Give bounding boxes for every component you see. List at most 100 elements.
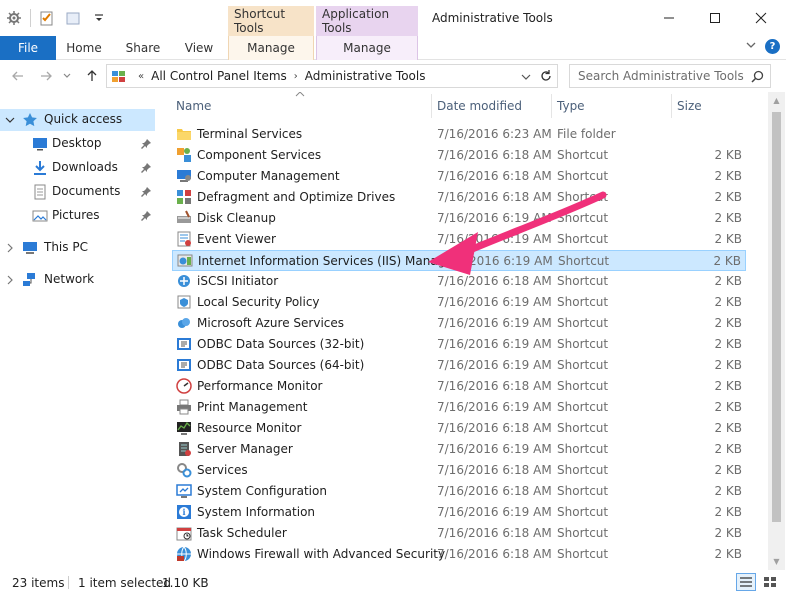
file-row[interactable]: Component Services 7/16/2016 6:18 AM Short… (172, 145, 746, 166)
breadcrumb-control-panel[interactable]: All Control Panel Items (151, 69, 287, 83)
file-size: 2 KB (714, 169, 742, 183)
refresh-icon[interactable] (539, 69, 553, 86)
details-view-button[interactable] (736, 573, 756, 591)
file-row[interactable]: Disk Cleanup 7/16/2016 6:19 AM Shortcut 2 K… (172, 208, 746, 229)
toolbar-divider (30, 9, 31, 27)
breadcrumb-chevron-icon[interactable]: › (294, 71, 298, 82)
file-row[interactable]: i System Information 7/16/2016 6:19 AM Shor… (172, 502, 746, 523)
file-row[interactable]: Microsoft Azure Services 7/16/2016 6:19 A… (172, 313, 746, 334)
file-name: Component Services (197, 148, 322, 162)
file-size: 2 KB (714, 547, 742, 561)
file-row[interactable]: Server Manager 7/16/2016 6:19 AM Shortcut 2… (172, 439, 746, 460)
file-row[interactable]: Services 7/16/2016 6:18 AM Shortcut 2 KB (172, 460, 746, 481)
search-box[interactable] (569, 64, 771, 88)
pin-icon[interactable] (140, 162, 152, 174)
file-row[interactable]: Defragment and Optimize Drives 7/16/2016 … (172, 187, 746, 208)
performance-monitor-icon (176, 378, 192, 394)
minimize-button[interactable] (646, 4, 692, 32)
pin-icon[interactable] (140, 210, 152, 222)
scroll-down-icon[interactable]: ▼ (768, 553, 785, 570)
chevron-down-icon[interactable] (4, 114, 16, 126)
file-row[interactable]: Print Management 7/16/2016 6:19 AM Shortcu… (172, 397, 746, 418)
nav-network[interactable]: Network (0, 269, 155, 291)
new-folder-icon[interactable] (63, 8, 83, 28)
nav-label: Documents (52, 184, 121, 198)
iis-manager-icon (177, 253, 193, 269)
navigation-pane: Quick access Desktop Downloads Documents… (0, 92, 160, 570)
file-size: 2 KB (714, 421, 742, 435)
file-type: Shortcut (557, 421, 609, 435)
column-header-date[interactable]: Date modified (437, 92, 522, 120)
column-divider[interactable] (431, 94, 432, 118)
address-dropdown-icon[interactable] (521, 71, 531, 85)
search-icon[interactable] (751, 70, 764, 86)
file-row[interactable]: Task Scheduler 7/16/2016 6:18 AM Shortcut 2… (172, 523, 746, 544)
tab-share[interactable]: Share (118, 36, 168, 60)
network-icon (22, 272, 38, 288)
nav-quick-access[interactable]: Quick access (0, 109, 155, 131)
tab-home[interactable]: Home (60, 36, 108, 60)
file-row[interactable]: ODBC Data Sources (32-bit) 7/16/2016 6:19… (172, 334, 746, 355)
maximize-button[interactable] (692, 4, 738, 32)
file-name: System Configuration (197, 484, 327, 498)
column-header-name[interactable]: Name (176, 92, 211, 120)
file-row[interactable]: System Configuration 7/16/2016 6:18 AM Sho… (172, 481, 746, 502)
vertical-scrollbar[interactable]: ▲ ▼ (768, 92, 785, 570)
tab-manage-shortcut[interactable]: Manage (228, 36, 314, 60)
file-row[interactable]: Performance Monitor 7/16/2016 6:18 AM Shor… (172, 376, 746, 397)
column-header-type[interactable]: Type (557, 92, 585, 120)
file-type: Shortcut (558, 254, 610, 268)
customize-toolbar-icon[interactable] (89, 8, 109, 28)
nav-downloads[interactable]: Downloads (0, 157, 155, 179)
address-bar[interactable]: « All Control Panel Items › Administrati… (106, 64, 558, 88)
file-row[interactable]: Event Viewer 7/16/2016 6:19 AM Shortcut 2 K… (172, 229, 746, 250)
file-size: 2 KB (714, 358, 742, 372)
tab-manage-application[interactable]: Manage (316, 36, 418, 60)
chevron-right-icon[interactable] (4, 242, 16, 254)
file-row[interactable]: Computer Management 7/16/2016 6:18 AM Shor… (172, 166, 746, 187)
system-menu-icon[interactable] (4, 8, 24, 28)
nav-pictures[interactable]: Pictures (0, 205, 155, 227)
file-row[interactable]: Local Security Policy 7/16/2016 6:19 AM Sh… (172, 292, 746, 313)
file-row[interactable]: ODBC Data Sources (64-bit) 7/16/2016 6:19… (172, 355, 746, 376)
large-icons-view-button[interactable] (760, 573, 780, 591)
tab-view[interactable]: View (176, 36, 222, 60)
close-button[interactable] (738, 4, 784, 32)
chevron-right-icon[interactable] (4, 274, 16, 286)
column-divider[interactable] (671, 94, 672, 118)
security-policy-icon (176, 294, 192, 310)
file-date-modified: 7/16/2016 6:19 AM (437, 337, 552, 351)
nav-this-pc[interactable]: This PC (0, 237, 155, 259)
back-button[interactable] (8, 66, 28, 86)
nav-desktop[interactable]: Desktop (0, 133, 155, 155)
star-icon (22, 112, 38, 128)
properties-icon[interactable] (37, 8, 57, 28)
nav-label: Downloads (52, 160, 118, 174)
help-button[interactable]: ? (765, 39, 780, 54)
column-divider[interactable] (551, 94, 552, 118)
breadcrumb-administrative-tools[interactable]: Administrative Tools (305, 69, 426, 83)
file-row[interactable]: Internet Information Services (IIS) Mana… (172, 250, 746, 271)
control-panel-icon (111, 68, 127, 84)
file-type: Shortcut (557, 316, 609, 330)
search-input[interactable] (578, 69, 748, 83)
nav-documents[interactable]: Documents (0, 181, 155, 203)
pin-icon[interactable] (140, 186, 152, 198)
status-bar: 23 items 1 item selected 1.10 KB (0, 570, 786, 594)
scroll-up-icon[interactable]: ▲ (768, 92, 785, 109)
file-row[interactable]: Terminal Services 7/16/2016 6:23 AM File f… (172, 124, 746, 145)
file-name: iSCSI Initiator (197, 274, 279, 288)
up-button[interactable] (82, 66, 102, 86)
pin-icon[interactable] (140, 138, 152, 150)
column-header-size[interactable]: Size (677, 92, 702, 120)
file-size: 2 KB (714, 190, 742, 204)
forward-button[interactable] (36, 66, 56, 86)
scroll-thumb[interactable] (772, 112, 781, 522)
file-row[interactable]: Resource Monitor 7/16/2016 6:18 AM Shortcu… (172, 418, 746, 439)
file-row[interactable]: iSCSI Initiator 7/16/2016 6:18 AM Shortcut… (172, 271, 746, 292)
tab-file[interactable]: File (0, 36, 56, 60)
expand-ribbon-icon[interactable] (745, 39, 757, 54)
file-row[interactable]: Windows Firewall with Advanced Security 7… (172, 544, 746, 565)
recent-locations-button[interactable] (60, 66, 74, 86)
system-configuration-icon (176, 483, 192, 499)
